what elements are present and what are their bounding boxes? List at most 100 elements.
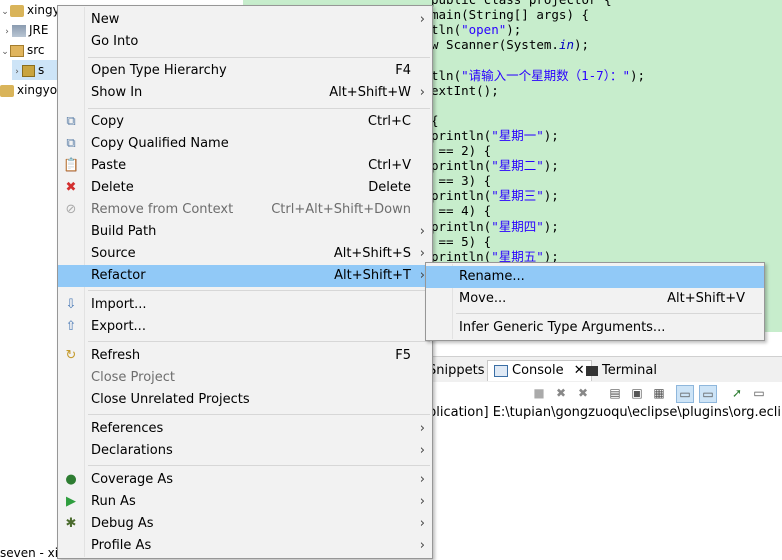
paste-icon: 📋 — [63, 158, 80, 173]
menu-item-refresh[interactable]: ↻ Refresh F5 — [58, 345, 432, 367]
submenu-arrow-icon: › — [419, 443, 425, 458]
expand-icon[interactable]: › — [2, 22, 12, 42]
menu-item-label: Declarations — [91, 443, 173, 458]
expand-icon[interactable]: › — [12, 62, 22, 82]
menu-item-copy-qualified[interactable]: ⧉ Copy Qualified Name — [58, 133, 432, 155]
menu-item-shortcut: Alt+Shift+W — [329, 85, 411, 100]
menu-item-build-path[interactable]: Build Path › — [58, 221, 432, 243]
menu-item-label: Close Unrelated Projects — [91, 392, 250, 407]
menu-separator — [88, 57, 430, 58]
tab-terminal[interactable]: Terminal — [586, 361, 657, 381]
code-line: println("星期二"); — [431, 158, 559, 173]
close-icon[interactable]: ✕ — [574, 363, 585, 378]
code-line: == 4) { — [431, 203, 492, 218]
library-icon — [12, 24, 26, 37]
submenu-arrow-icon: › — [419, 421, 425, 436]
menu-item-label: Paste — [91, 158, 127, 173]
menu-item-open-type-hierarchy[interactable]: Open Type Hierarchy F4 — [58, 60, 432, 82]
menu-item-shortcut: F4 — [395, 63, 411, 78]
show-stderr-icon[interactable]: ▭ — [699, 385, 717, 403]
show-stdout-icon[interactable]: ▭ — [676, 385, 694, 403]
submenu-arrow-icon: › — [419, 516, 425, 531]
code-token: == 5) { — [431, 233, 492, 249]
menu-item-label: Copy Qualified Name — [91, 136, 229, 151]
menu-item-label: Build Path — [91, 224, 157, 239]
tab-snippets[interactable]: Snippets — [428, 361, 484, 381]
tree-row-project2[interactable]: xingyo — [0, 80, 57, 100]
menu-item-import[interactable]: ⇩ Import... — [58, 294, 432, 316]
menu-item-label: Delete — [91, 180, 134, 195]
console-icon — [494, 364, 508, 377]
code-token: println( — [431, 127, 492, 143]
menu-item-label: Export... — [91, 319, 146, 334]
refactor-submenu: Rename... Move... Alt+Shift+V Infer Generic… — [425, 262, 765, 341]
menu-separator — [88, 108, 430, 109]
tree-row-package[interactable]: › s — [12, 60, 60, 80]
menu-item-label: Debug As — [91, 516, 154, 531]
tab-console[interactable]: Console ✕ — [487, 360, 592, 381]
menu-item-references[interactable]: References › — [58, 418, 432, 440]
package-explorer: ⌄ xingyo › JRE ⌄ src › s xingyo — [0, 0, 67, 557]
menu-separator — [88, 341, 430, 342]
menu-item-source[interactable]: Source Alt+Shift+S › — [58, 243, 432, 265]
collapse-icon[interactable]: ⌄ — [0, 42, 10, 62]
scroll-lock-icon[interactable]: ▣ — [629, 385, 645, 401]
menu-item-label: Open Type Hierarchy — [91, 63, 227, 78]
remove-context-icon: ⊘ — [65, 202, 77, 217]
submenu-item-move[interactable]: Move... Alt+Shift+V — [426, 288, 764, 310]
menu-item-copy[interactable]: ⧉ Copy Ctrl+C — [58, 111, 432, 133]
pin-console-icon[interactable]: ➚ — [729, 385, 745, 401]
menu-item-new[interactable]: New › — [58, 9, 432, 31]
menu-item-show-in[interactable]: Show In Alt+Shift+W › — [58, 82, 432, 104]
code-token: "星期三" — [491, 188, 544, 204]
code-token: tln( — [431, 67, 462, 83]
bug-icon: ✱ — [65, 516, 77, 531]
context-menu: New › Go Into Open Type Hierarchy F4 Show In A… — [57, 5, 433, 559]
code-token: ); — [574, 37, 590, 53]
tree-row-jre[interactable]: › JRE — [2, 20, 48, 40]
menu-item-label: New — [91, 12, 120, 27]
menu-item-label: Profile As — [91, 538, 152, 553]
menu-item-run-as[interactable]: ▶ Run As › — [58, 491, 432, 513]
remove-launch-icon[interactable]: ✖ — [553, 385, 569, 401]
menu-item-label: Move... — [459, 291, 507, 306]
collapse-icon[interactable]: ⌄ — [0, 2, 10, 22]
refresh-icon: ↻ — [65, 348, 77, 363]
terminate-icon[interactable]: ■ — [531, 385, 547, 401]
menu-item-shortcut: Alt+Shift+V — [667, 291, 745, 306]
menu-item-declarations[interactable]: Declarations › — [58, 440, 432, 462]
menu-item-debug-as[interactable]: ✱ Debug As › — [58, 513, 432, 535]
display-console-icon[interactable]: ▭ — [751, 385, 767, 401]
menu-item-shortcut: Ctrl+Alt+Shift+Down — [271, 202, 411, 217]
tree-row-src[interactable]: ⌄ src — [0, 40, 45, 62]
menu-item-refactor[interactable]: Refactor Alt+Shift+T › — [58, 265, 432, 287]
menu-item-shortcut: Delete — [368, 180, 411, 195]
code-token: "星期四" — [491, 218, 544, 234]
submenu-arrow-icon: › — [419, 472, 425, 487]
menu-item-export[interactable]: ⇧ Export... — [58, 316, 432, 338]
code-token: in — [558, 37, 574, 53]
menu-item-paste[interactable]: 📋 Paste Ctrl+V — [58, 155, 432, 177]
copy-icon: ⧉ — [66, 114, 76, 129]
tab-label: Terminal — [602, 363, 657, 378]
tree-label: src — [27, 43, 45, 57]
package-icon — [22, 64, 35, 77]
clear-console-icon[interactable]: ▤ — [607, 385, 623, 401]
menu-separator — [88, 290, 430, 291]
word-wrap-icon[interactable]: ▦ — [651, 385, 667, 401]
menu-separator — [88, 414, 430, 415]
menu-separator — [88, 465, 430, 466]
menu-item-go-into[interactable]: Go Into — [58, 31, 432, 53]
submenu-item-rename[interactable]: Rename... — [426, 266, 764, 288]
code-token: tln( — [431, 22, 462, 38]
menu-item-coverage-as[interactable]: ● Coverage As › — [58, 469, 432, 491]
remove-all-icon[interactable]: ✖ — [575, 385, 591, 401]
menu-item-delete[interactable]: ✖ Delete Delete — [58, 177, 432, 199]
code-token: ); — [630, 67, 646, 83]
menu-item-close-unrelated[interactable]: Close Unrelated Projects — [58, 389, 432, 411]
code-token: println( — [431, 218, 492, 234]
code-token: == 2) { — [431, 143, 492, 158]
code-line: println("星期一"); — [431, 128, 559, 143]
menu-item-profile-as[interactable]: Profile As › — [58, 535, 432, 557]
submenu-item-infer-generic[interactable]: Infer Generic Type Arguments... — [426, 317, 764, 339]
